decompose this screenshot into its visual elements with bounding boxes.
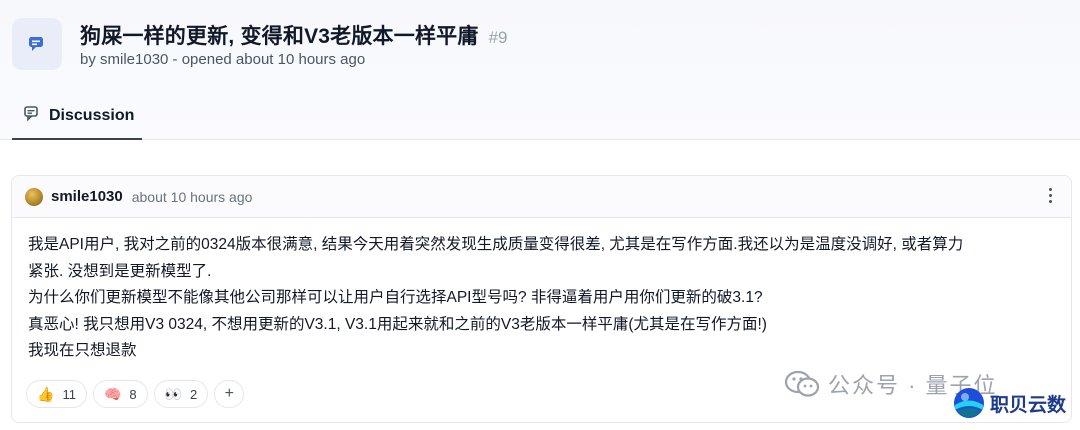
comment-line: 我是API用户, 我对之前的0324版本很满意, 结果今天用着突然发现生成质量变… [28, 236, 964, 253]
comment-body: 我是API用户, 我对之前的0324版本很满意, 结果今天用着突然发现生成质量变… [12, 218, 1071, 365]
reactions-bar: 👍 11 🧠 8 👀 2 + [26, 380, 245, 408]
reaction-count: 2 [190, 386, 198, 402]
tab-discussion[interactable]: Discussion [12, 94, 142, 140]
comment-line: 为什么你们更新模型不能像其他公司那样可以让用户自行选择API型号吗? 非得逼着用… [28, 289, 763, 306]
brand-logo: 职贝云数 [952, 386, 1066, 420]
discussion-icon [12, 18, 62, 70]
reaction-count: 11 [62, 386, 76, 402]
tab-label: Discussion [49, 107, 135, 124]
title-row: 狗屎一样的更新, 变得和V3老版本一样平庸 #9 [80, 20, 507, 50]
comment-line: 真恶心! 我只想用V3 0324, 不想用更新的V3.1, V3.1用起来就和之… [28, 315, 767, 333]
page-title: 狗屎一样的更新, 变得和V3老版本一样平庸 [80, 25, 479, 48]
brand-text: 职贝云数 [990, 394, 1067, 416]
thumbs-up-icon: 👍 [37, 385, 55, 402]
avatar[interactable] [25, 187, 43, 206]
discussion-tab-icon [24, 106, 41, 126]
comment-author[interactable]: smile1030 [51, 188, 123, 205]
add-reaction-button[interactable]: + [214, 380, 245, 408]
brand-globe-icon [954, 388, 984, 418]
comment-line: 紧张. 没想到是更新模型了. [28, 262, 212, 280]
comment-time[interactable]: about 10 hours ago [132, 189, 253, 205]
wechat-icon [784, 370, 820, 397]
reaction-thumbs-up-button[interactable]: 👍 11 [26, 380, 87, 408]
brain-icon: 🧠 [103, 385, 122, 402]
comment-line: 我现在只想退款 [28, 342, 137, 359]
reaction-count: 8 [129, 386, 137, 402]
reaction-brain-button[interactable]: 🧠 8 [92, 380, 148, 408]
comment-header: smile1030 about 10 hours ago [12, 176, 1071, 218]
discussion-header: 狗屎一样的更新, 变得和V3老版本一样平庸 #9 by smile1030 - … [0, 0, 1080, 140]
discussion-meta: by smile1030 - opened about 10 hours ago [80, 51, 366, 68]
issue-number: #9 [488, 28, 508, 47]
reaction-eyes-button[interactable]: 👀 2 [153, 380, 209, 408]
eyes-icon: 👀 [164, 385, 183, 402]
more-options-icon[interactable] [1047, 188, 1053, 206]
